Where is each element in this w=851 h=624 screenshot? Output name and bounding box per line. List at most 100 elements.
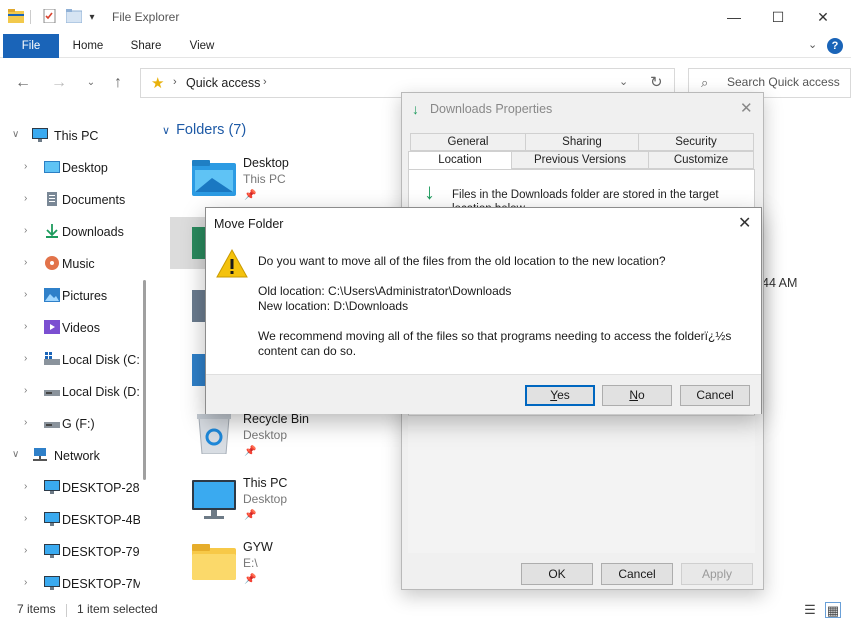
tab-sharing[interactable]: Sharing xyxy=(525,133,639,151)
close-icon[interactable]: ✕ xyxy=(740,99,753,117)
monitor-icon xyxy=(44,544,60,558)
chevron-right-icon[interactable]: › xyxy=(24,353,27,364)
download-icon: ↓ xyxy=(412,101,419,117)
status-bar: 7 items 1 item selected ☰ ▦ xyxy=(0,598,851,624)
sidebar-item-videos[interactable]: › Videos xyxy=(0,314,140,342)
chevron-right-icon[interactable]: › xyxy=(24,481,27,492)
chevron-down-icon[interactable]: ∨ xyxy=(12,449,19,460)
tab-share[interactable]: Share xyxy=(124,34,168,58)
download-icon xyxy=(46,224,58,238)
tile-gyw[interactable]: GYW E:\ 📌 xyxy=(170,536,400,596)
no-label-rest: o xyxy=(637,388,645,402)
tab-customize[interactable]: Customize xyxy=(648,151,754,169)
ok-button[interactable]: OK xyxy=(521,563,593,585)
sidebar-item-desktop-795[interactable]: › DESKTOP-795... xyxy=(0,538,140,566)
sidebar-scrollbar[interactable] xyxy=(143,280,146,480)
window-title: File Explorer xyxy=(112,10,180,24)
breadcrumb-quick-access[interactable]: Quick access xyxy=(186,76,260,90)
maximize-button[interactable]: ☐ xyxy=(755,0,801,34)
sidebar-item-desktop[interactable]: › Desktop xyxy=(0,154,140,182)
tab-general[interactable]: General xyxy=(410,133,526,151)
tile-desktop[interactable]: Desktop This PC 📌 xyxy=(170,152,400,212)
recent-locations-icon[interactable]: ⌄ xyxy=(81,73,101,93)
sidebar-item-this-pc[interactable]: ∨ This PC xyxy=(0,122,140,150)
chevron-right-icon[interactable]: › xyxy=(24,385,27,396)
properties-dialog-title: Downloads Properties xyxy=(430,102,553,116)
videos-icon xyxy=(44,320,60,334)
sidebar-item-label: Pictures xyxy=(62,289,108,303)
chevron-right-icon[interactable]: › xyxy=(24,321,27,332)
no-button[interactable]: No xyxy=(602,385,672,406)
tile-location: This PC xyxy=(243,172,286,186)
close-icon[interactable]: ✕ xyxy=(738,213,751,233)
chevron-right-icon[interactable]: › xyxy=(24,577,27,588)
sidebar-item-local-disk-c[interactable]: › Local Disk (C:) xyxy=(0,346,140,374)
new-folder-icon[interactable] xyxy=(66,9,82,23)
chevron-right-icon[interactable]: › xyxy=(24,545,27,556)
recycle-bin-icon xyxy=(197,414,231,454)
folder-icon[interactable] xyxy=(8,9,24,23)
sidebar-item-desktop-7mo[interactable]: › DESKTOP-7MO... xyxy=(0,570,140,598)
help-icon[interactable]: ? xyxy=(827,38,843,54)
chevron-right-icon[interactable]: › xyxy=(24,289,27,300)
tile-recycle-bin[interactable]: Recycle Bin Desktop 📌 xyxy=(170,408,400,468)
tile-location: Desktop xyxy=(243,492,288,506)
quick-access-dropdown[interactable]: ▾ xyxy=(82,0,102,34)
refresh-icon[interactable]: ↻ xyxy=(650,73,663,91)
tab-file[interactable]: File xyxy=(3,34,59,58)
tab-security[interactable]: Security xyxy=(638,133,754,151)
tile-this-pc[interactable]: This PC Desktop 📌 xyxy=(170,472,400,532)
pin-icon: 📌 xyxy=(244,190,257,201)
large-icons-view-icon[interactable]: ▦ xyxy=(825,602,841,618)
forward-arrow-icon[interactable]: → xyxy=(49,73,69,93)
chevron-right-icon[interactable]: › xyxy=(24,161,27,172)
pin-icon: 📌 xyxy=(244,574,257,585)
sidebar-item-label: Network xyxy=(54,449,100,463)
chevron-right-icon[interactable]: › xyxy=(173,76,177,88)
chevron-right-icon[interactable]: › xyxy=(24,225,27,236)
chevron-right-icon[interactable]: › xyxy=(24,193,27,204)
close-button[interactable]: ✕ xyxy=(800,0,846,34)
pin-icon: 📌 xyxy=(244,510,257,521)
cancel-button[interactable]: Cancel xyxy=(601,563,673,585)
details-view-icon[interactable]: ☰ xyxy=(802,602,818,618)
sidebar-item-pictures[interactable]: › Pictures xyxy=(0,282,140,310)
group-header-folders[interactable]: ∨ Folders (7) xyxy=(162,122,246,138)
properties-icon[interactable] xyxy=(42,9,58,23)
chevron-right-icon[interactable]: › xyxy=(24,257,27,268)
expand-ribbon-icon[interactable]: ⌄ xyxy=(808,38,817,51)
chevron-right-icon[interactable]: › xyxy=(24,417,27,428)
sidebar-item-downloads[interactable]: › Downloads xyxy=(0,218,140,246)
sidebar-item-g-f[interactable]: › G (F:) xyxy=(0,410,140,438)
address-dropdown-icon[interactable]: ⌄ xyxy=(619,75,628,88)
drive-icon xyxy=(44,390,60,396)
documents-icon xyxy=(47,192,57,206)
tab-location[interactable]: Location xyxy=(408,151,512,170)
chevron-right-icon[interactable]: › xyxy=(24,513,27,524)
chevron-down-icon[interactable]: ∨ xyxy=(12,129,19,140)
selection-count: 1 item selected xyxy=(77,602,158,616)
yes-button[interactable]: Yes xyxy=(525,385,595,406)
cancel-button[interactable]: Cancel xyxy=(680,385,750,406)
tab-previous-versions[interactable]: Previous Versions xyxy=(511,151,649,169)
minimize-button[interactable]: — xyxy=(711,0,757,34)
apply-button[interactable]: Apply xyxy=(681,563,753,585)
sidebar-item-desktop-4bg[interactable]: › DESKTOP-4BG... xyxy=(0,506,140,534)
tab-home[interactable]: Home xyxy=(66,34,110,58)
sidebar-item-desktop-283[interactable]: › DESKTOP-283... xyxy=(0,474,140,502)
sidebar-item-network[interactable]: ∨ Network xyxy=(0,442,140,470)
search-input[interactable] xyxy=(727,75,851,89)
sidebar-item-documents[interactable]: › Documents xyxy=(0,186,140,214)
selected-tile[interactable] xyxy=(170,217,208,269)
drive-icon xyxy=(44,422,60,428)
chevron-right-icon[interactable]: › xyxy=(263,76,267,88)
tab-view[interactable]: View xyxy=(182,34,222,58)
desktop-icon xyxy=(44,161,60,173)
sidebar-item-music[interactable]: › Music xyxy=(0,250,140,278)
music-icon xyxy=(45,256,59,270)
sidebar-item-local-disk-d[interactable]: › Local Disk (D:) xyxy=(0,378,140,406)
tile-name: Desktop xyxy=(243,156,289,170)
move-question: Do you want to move all of the files fro… xyxy=(258,254,666,268)
up-arrow-icon[interactable]: ↑ xyxy=(108,73,128,93)
back-arrow-icon[interactable]: ← xyxy=(13,73,33,93)
